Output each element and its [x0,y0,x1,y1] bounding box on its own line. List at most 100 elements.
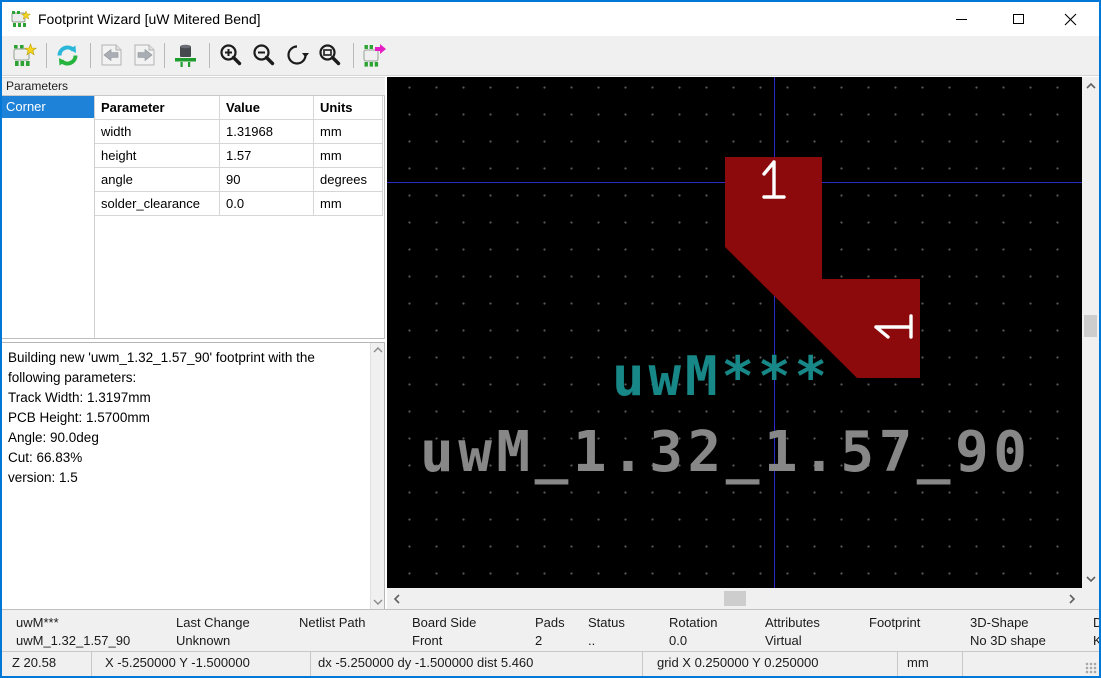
maximize-icon [1013,14,1024,24]
redraw-icon [284,42,310,68]
scroll-down-icon [1086,576,1096,582]
message-line: Angle: 90.0deg [8,428,366,448]
minimize-icon [956,19,967,20]
status-last-change: Last ChangeUnknown [176,614,250,650]
toolbar-separator [353,43,354,68]
parameters-panel: Corner Parameter Value Units width 1.319… [2,96,385,339]
zoom-out-button[interactable] [249,40,279,70]
param-name: solder_clearance [95,192,220,216]
close-button[interactable] [1047,2,1093,36]
toolbar-separator [46,43,47,68]
param-name: width [95,120,220,144]
next-page-button[interactable] [129,40,159,70]
units-indicator: mm [907,655,929,670]
refresh-icon [54,42,81,69]
param-units: mm [314,144,383,168]
zoom-fit-button[interactable] [315,40,345,70]
value-text: uwM_1.32_1.57_90 [420,420,1031,485]
select-wizard-button[interactable] [9,40,39,70]
status-attributes: AttributesVirtual [765,614,820,650]
table-row: angle 90 degrees [95,168,383,192]
scroll-up-icon [1086,83,1096,89]
column-header-units: Units [314,96,383,120]
param-value[interactable]: 90 [220,168,314,192]
show-pads-button[interactable] [170,40,200,70]
zoom-in-icon [218,42,244,68]
zoom-in-button[interactable] [216,40,246,70]
canvas-vertical-scrollbar[interactable] [1082,77,1099,588]
footprint-drawing: uwM*** uwM_1.32_1.57_90 [387,77,1082,588]
message-line: Building new 'uwm_1.32_1.57_90' footprin… [8,348,366,368]
parameter-table: Parameter Value Units width 1.31968 mm h… [95,96,383,216]
zoom-level: Z 20.58 [12,655,56,670]
titlebar: Footprint Wizard [uW Mitered Bend] [2,2,1099,36]
footprint-info-bar: uwM***uwM_1.32_1.57_90 Last ChangeUnknow… [2,609,1099,651]
message-panel: Building new 'uwm_1.32_1.57_90' footprin… [2,342,385,609]
param-value[interactable]: 1.31968 [220,120,314,144]
close-icon [1064,13,1077,26]
table-header-row: Parameter Value Units [95,96,383,120]
footprint-wizard-window: Footprint Wizard [uW Mitered Bend] [0,0,1101,678]
minimize-button[interactable] [938,2,984,36]
build-messages: Building new 'uwm_1.32_1.57_90' footprin… [8,348,366,488]
table-row: height 1.57 mm [95,144,383,168]
window-title: Footprint Wizard [uW Mitered Bend] [38,2,261,36]
statusbar-separator [310,652,311,676]
parameters-panel-header: Parameters [2,77,385,96]
status-name: uwM***uwM_1.32_1.57_90 [16,614,130,650]
table-row: width 1.31968 mm [95,120,383,144]
message-line: Cut: 66.83% [8,448,366,468]
toolbar [2,36,1099,76]
column-header-parameter: Parameter [95,96,220,120]
param-units: mm [314,192,383,216]
page-list-item-corner[interactable]: Corner [2,96,94,118]
status-pads: Pads2 [535,614,565,650]
scroll-right-icon [1069,594,1075,604]
toolbar-separator [90,43,91,68]
export-footprint-button[interactable] [359,40,389,70]
horizontal-scroll-thumb[interactable] [724,591,746,606]
wizard-page-list: Corner [2,96,95,338]
status-rotation: Rotation0.0 [669,614,717,650]
param-units: degrees [314,168,383,192]
message-scrollbar[interactable] [370,343,384,609]
maximize-button[interactable] [995,2,1041,36]
param-units: mm [314,120,383,144]
status-netlist-path: Netlist Path [299,614,365,650]
message-line: Track Width: 1.3197mm [8,388,366,408]
page-prev-icon [99,42,124,68]
status-doc: DoKe [1093,614,1101,650]
cursor-position: X -5.250000 Y -1.500000 [105,655,250,670]
param-value[interactable]: 1.57 [220,144,314,168]
table-row: solder_clearance 0.0 mm [95,192,383,216]
statusbar-separator [642,652,643,676]
coordinate-bar: Z 20.58 X -5.250000 Y -1.500000 dx -5.25… [2,651,1099,676]
footprint-wizard-icon [11,42,37,68]
previous-page-button[interactable] [96,40,126,70]
export-footprint-icon [361,42,388,69]
resize-grip[interactable] [1085,662,1097,674]
status-board-side: Board SideFront [412,614,476,650]
canvas-horizontal-scrollbar[interactable] [387,588,1082,609]
param-name: height [95,144,220,168]
toolbar-separator [164,43,165,68]
statusbar-separator [91,652,92,676]
component-pin-icon [172,42,199,69]
reference-text: uwM*** [612,345,831,408]
zoom-out-icon [251,42,277,68]
statusbar-separator [897,652,898,676]
param-value[interactable]: 0.0 [220,192,314,216]
app-icon [11,10,31,28]
redraw-button[interactable] [282,40,312,70]
toolbar-separator [209,43,210,68]
column-header-value: Value [220,96,314,120]
scroll-down-icon [373,599,383,605]
message-line: PCB Height: 1.5700mm [8,408,366,428]
footprint-preview-canvas[interactable]: uwM*** uwM_1.32_1.57_90 [387,77,1082,588]
message-line: version: 1.5 [8,468,366,488]
refresh-preview-button[interactable] [52,40,82,70]
scrollbar-corner [1082,588,1099,609]
status-footprint: Footprint [869,614,920,650]
statusbar-separator [962,652,963,676]
vertical-scroll-thumb[interactable] [1084,315,1097,337]
